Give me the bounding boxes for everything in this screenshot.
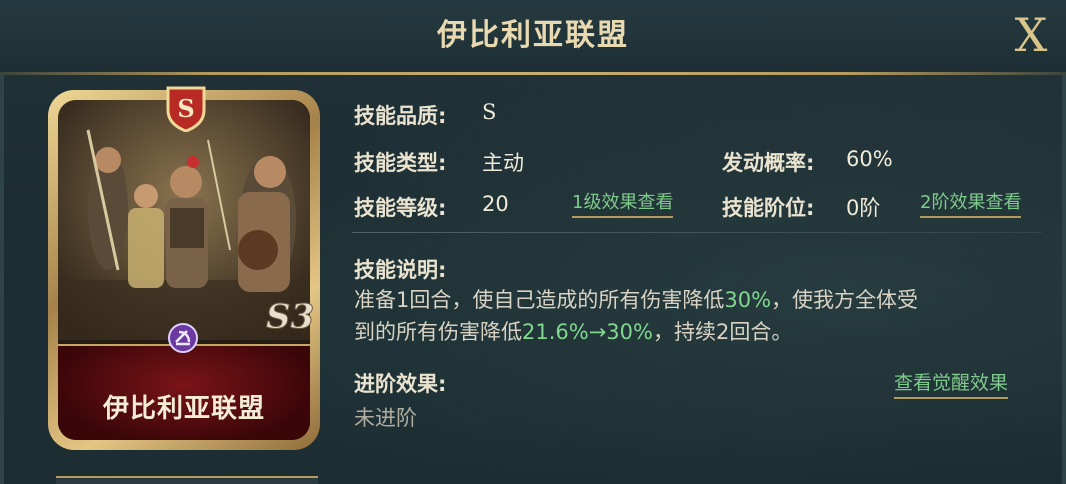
advance-label: 进阶效果: xyxy=(354,372,447,396)
quality-label: 技能品质: xyxy=(354,104,447,128)
level-label: 技能等级: xyxy=(354,196,447,220)
card-shelf xyxy=(56,476,318,484)
section-divider xyxy=(352,232,1042,233)
chance-label: 发动概率: xyxy=(722,151,815,175)
svg-text:S3: S3 xyxy=(266,297,314,336)
description-label: 技能说明: xyxy=(354,258,447,282)
frame-left-edge xyxy=(0,75,4,484)
description-line-1: 准备1回合，使自己造成的所有伤害降低30%，使我方全体受 xyxy=(354,288,919,312)
close-button[interactable]: X xyxy=(1004,8,1058,62)
skill-card[interactable]: 伊比利亚联盟 xyxy=(48,90,320,450)
type-label: 技能类型: xyxy=(354,151,447,175)
header-divider xyxy=(0,72,1066,75)
season-mark: S3 xyxy=(266,297,315,337)
svg-text:S: S xyxy=(177,94,194,123)
faction-emblem-icon xyxy=(168,323,198,353)
highlight-value: 30% xyxy=(724,288,772,312)
tier-2-effect-link[interactable]: 2阶效果查看 xyxy=(920,188,1022,218)
card-name-plate: 伊比利亚联盟 xyxy=(58,344,310,440)
advance-status: 未进阶 xyxy=(354,406,417,430)
skill-description: 准备1回合，使自己造成的所有伤害降低30%，使我方全体受 到的所有伤害降低21.… xyxy=(354,284,1044,348)
skill-detail-panel: 伊比利亚联盟 X 伊比利亚联盟 S S3 技能品质: S 技能类型: 主动 发动… xyxy=(0,0,1066,484)
tier-value: 0阶 xyxy=(846,196,881,220)
level-1-effect-link[interactable]: 1级效果查看 xyxy=(572,188,674,218)
description-line-2: 到的所有伤害降低21.6%→30%，持续2回合。 xyxy=(354,320,793,344)
grade-s-badge: S xyxy=(166,86,206,132)
quality-value: S xyxy=(482,100,497,124)
type-value: 主动 xyxy=(482,151,524,175)
level-value: 20 xyxy=(482,192,509,216)
page-title: 伊比利亚联盟 xyxy=(437,18,629,53)
highlight-value: 21.6%→30% xyxy=(522,320,653,344)
card-name: 伊比利亚联盟 xyxy=(102,394,265,424)
card-inner: 伊比利亚联盟 xyxy=(58,100,310,440)
chance-value: 60% xyxy=(846,147,893,171)
tier-label: 技能阶位: xyxy=(722,196,815,220)
frame-right-edge xyxy=(1062,75,1066,484)
awakening-effect-link[interactable]: 查看觉醒效果 xyxy=(894,368,1009,399)
